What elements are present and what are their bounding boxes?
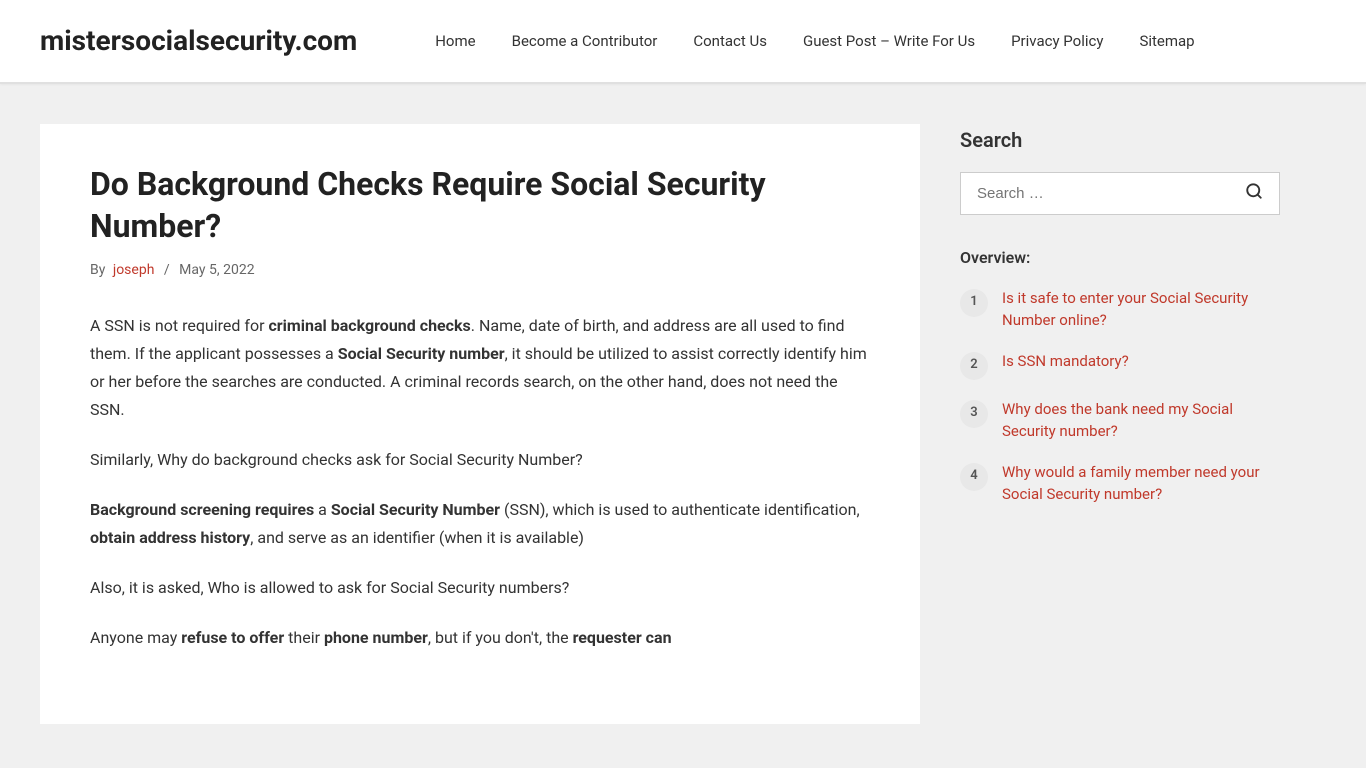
overview-item: 2 Is SSN mandatory? [960, 350, 1280, 380]
search-input[interactable] [973, 177, 1241, 210]
overview-link[interactable]: Why would a family member need your Soci… [1002, 461, 1280, 506]
overview-link[interactable]: Is it safe to enter your Social Security… [1002, 287, 1280, 332]
overview-number: 2 [960, 352, 988, 380]
meta-separator: / [164, 262, 170, 278]
overview-label: Overview: [960, 245, 1280, 271]
article-title: Do Background Checks Require Social Secu… [90, 164, 870, 247]
site-logo[interactable]: mistersocialsecurity.com [40, 19, 357, 64]
article-paragraph: Background screening requires a Social S… [90, 496, 870, 552]
meta-prefix: By [90, 262, 105, 278]
nav-link[interactable]: Become a Contributor [494, 29, 676, 53]
overview-number: 3 [960, 400, 988, 428]
nav-link[interactable]: Privacy Policy [993, 29, 1121, 53]
nav-link[interactable]: Contact Us [675, 29, 785, 53]
article-body: A SSN is not required for criminal backg… [90, 312, 870, 652]
overview-section: Overview: 1 Is it safe to enter your Soci… [960, 245, 1280, 506]
article: Do Background Checks Require Social Secu… [90, 164, 870, 652]
article-paragraph: Similarly, Why do background checks ask … [90, 446, 870, 474]
sidebar: Search Overview: 1 Is it safe to enter yo… [960, 124, 1280, 724]
author-link[interactable]: joseph [113, 262, 155, 278]
search-box [960, 172, 1280, 215]
search-icon [1245, 182, 1263, 200]
overview-item: 1 Is it safe to enter your Social Securit… [960, 287, 1280, 332]
main-nav: HomeBecome a ContributorContact UsGuest … [417, 29, 1212, 53]
nav-link[interactable]: Sitemap [1121, 29, 1212, 53]
search-button[interactable] [1241, 178, 1267, 209]
main-content: Do Background Checks Require Social Secu… [40, 124, 920, 724]
article-date: May 5, 2022 [179, 262, 254, 278]
article-paragraph: Anyone may refuse to offer their phone n… [90, 624, 870, 652]
nav-link[interactable]: Home [417, 29, 493, 53]
search-title: Search [960, 124, 1280, 156]
overview-number: 1 [960, 289, 988, 317]
overview-list: 1 Is it safe to enter your Social Securit… [960, 287, 1280, 506]
nav-link[interactable]: Guest Post – Write For Us [785, 29, 993, 53]
overview-link[interactable]: Is SSN mandatory? [1002, 350, 1129, 373]
article-paragraph: A SSN is not required for criminal backg… [90, 312, 870, 424]
site-header: mistersocialsecurity.com HomeBecome a Co… [0, 0, 1366, 83]
article-paragraph: Also, it is asked, Who is allowed to ask… [90, 574, 870, 602]
search-section: Search [960, 124, 1280, 215]
overview-item: 3 Why does the bank need my Social Securi… [960, 398, 1280, 443]
page-wrapper: Do Background Checks Require Social Secu… [0, 84, 1366, 764]
overview-link[interactable]: Why does the bank need my Social Securit… [1002, 398, 1280, 443]
overview-number: 4 [960, 463, 988, 491]
article-meta: By joseph / May 5, 2022 [90, 259, 870, 281]
overview-item: 4 Why would a family member need your Soc… [960, 461, 1280, 506]
